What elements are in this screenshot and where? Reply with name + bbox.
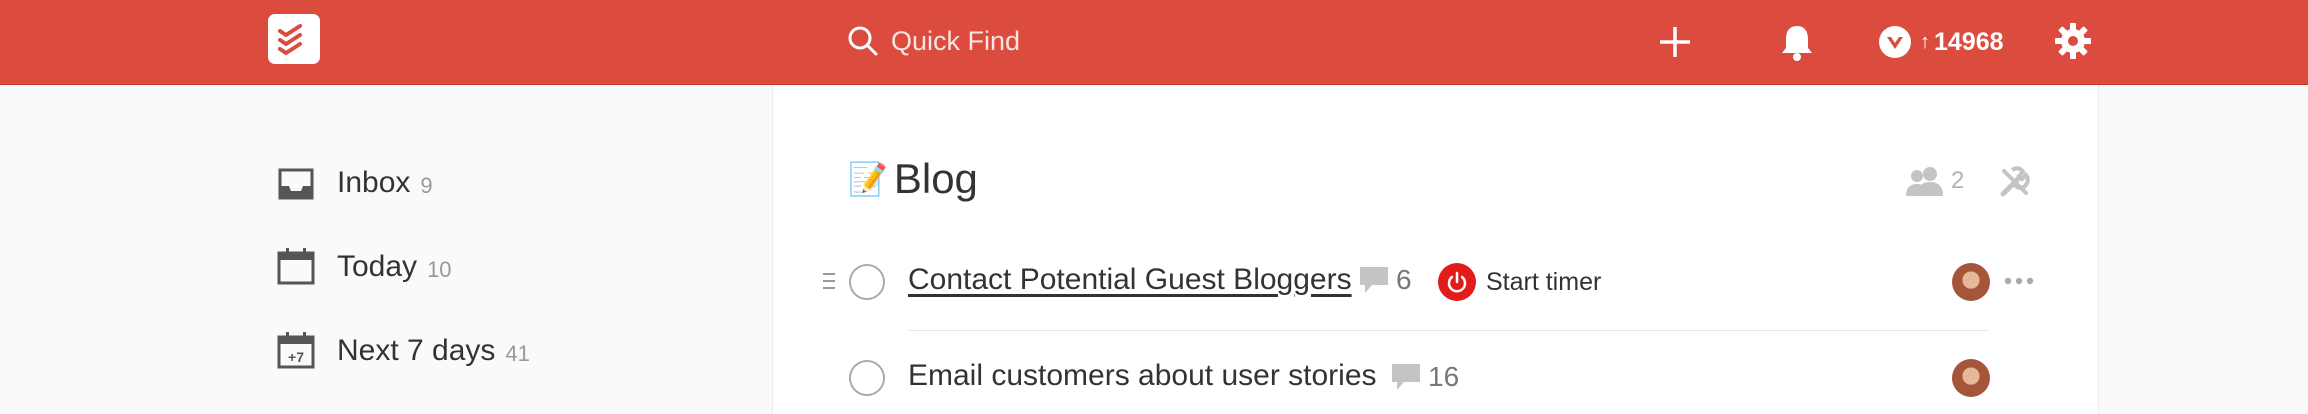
sidebar-item-label: Today: [337, 250, 418, 283]
inbox-icon: [278, 168, 314, 200]
logo-icon: [278, 24, 302, 56]
sidebar-item-count: 41: [505, 341, 530, 366]
people-icon: [1906, 167, 1943, 196]
top-bar: Quick Find ↑ 14968: [0, 0, 2308, 85]
search-input-placeholder[interactable]: Quick Find: [891, 26, 1020, 57]
add-task-icon[interactable]: [1657, 24, 1693, 60]
task-comments[interactable]: 6: [1358, 264, 1412, 296]
comment-icon: [1360, 267, 1388, 293]
calendar-icon-text: +7: [288, 349, 304, 365]
collaborators-button[interactable]: 2: [1905, 165, 1964, 197]
todoist-logo[interactable]: [268, 14, 320, 64]
task-comments[interactable]: 16: [1390, 361, 1459, 393]
timer-label: Start timer: [1486, 267, 1602, 296]
calendar-next-7-icon: +7: [277, 332, 315, 369]
sidebar-item-count: 9: [420, 173, 433, 198]
project-header: 📝 Blog: [848, 155, 978, 203]
bell-icon[interactable]: [1779, 22, 1815, 62]
task-checkbox[interactable]: [849, 360, 885, 396]
collaborators-count: 2: [1951, 167, 1965, 194]
project-emoji: 📝: [848, 161, 888, 197]
assignee-avatar[interactable]: [1952, 263, 1990, 301]
sidebar: Inbox 9 Today 10 +7 Next 7 days 41: [0, 85, 772, 414]
search-icon: [848, 26, 878, 56]
karma-icon: [1879, 26, 1911, 58]
sidebar-item-label: Next 7 days: [337, 334, 496, 367]
task-divider: [908, 330, 1989, 331]
task-checkbox[interactable]: [849, 264, 885, 300]
drag-handle-icon[interactable]: [823, 272, 835, 290]
project-settings-icon[interactable]: [1998, 165, 2032, 199]
karma-indicator[interactable]: ↑ 14968: [1878, 22, 2004, 62]
project-title: Blog: [893, 155, 978, 202]
gear-icon[interactable]: [2054, 22, 2092, 60]
quick-find[interactable]: Quick Find: [845, 20, 1265, 62]
task-title[interactable]: Email customers about user stories: [908, 359, 1377, 393]
start-timer-button[interactable]: Start timer: [1438, 263, 1601, 301]
more-options-icon[interactable]: [2004, 276, 2034, 286]
comment-count: 16: [1428, 361, 1460, 392]
sidebar-item-inbox[interactable]: Inbox 9: [275, 161, 433, 205]
sidebar-item-next-7-days[interactable]: +7 Next 7 days 41: [275, 329, 530, 373]
karma-trend-arrow: ↑: [1920, 30, 1930, 53]
sidebar-item-count: 10: [427, 257, 452, 282]
calendar-today-icon: [277, 248, 315, 285]
karma-score: 14968: [1934, 27, 2004, 56]
comment-icon: [1392, 364, 1420, 390]
comment-count: 6: [1396, 264, 1412, 295]
assignee-avatar[interactable]: [1952, 359, 1990, 397]
sidebar-item-today[interactable]: Today 10: [275, 245, 452, 289]
power-icon: [1438, 263, 1476, 301]
sidebar-item-label: Inbox: [337, 166, 411, 199]
task-title[interactable]: Contact Potential Guest Bloggers: [908, 263, 1352, 297]
